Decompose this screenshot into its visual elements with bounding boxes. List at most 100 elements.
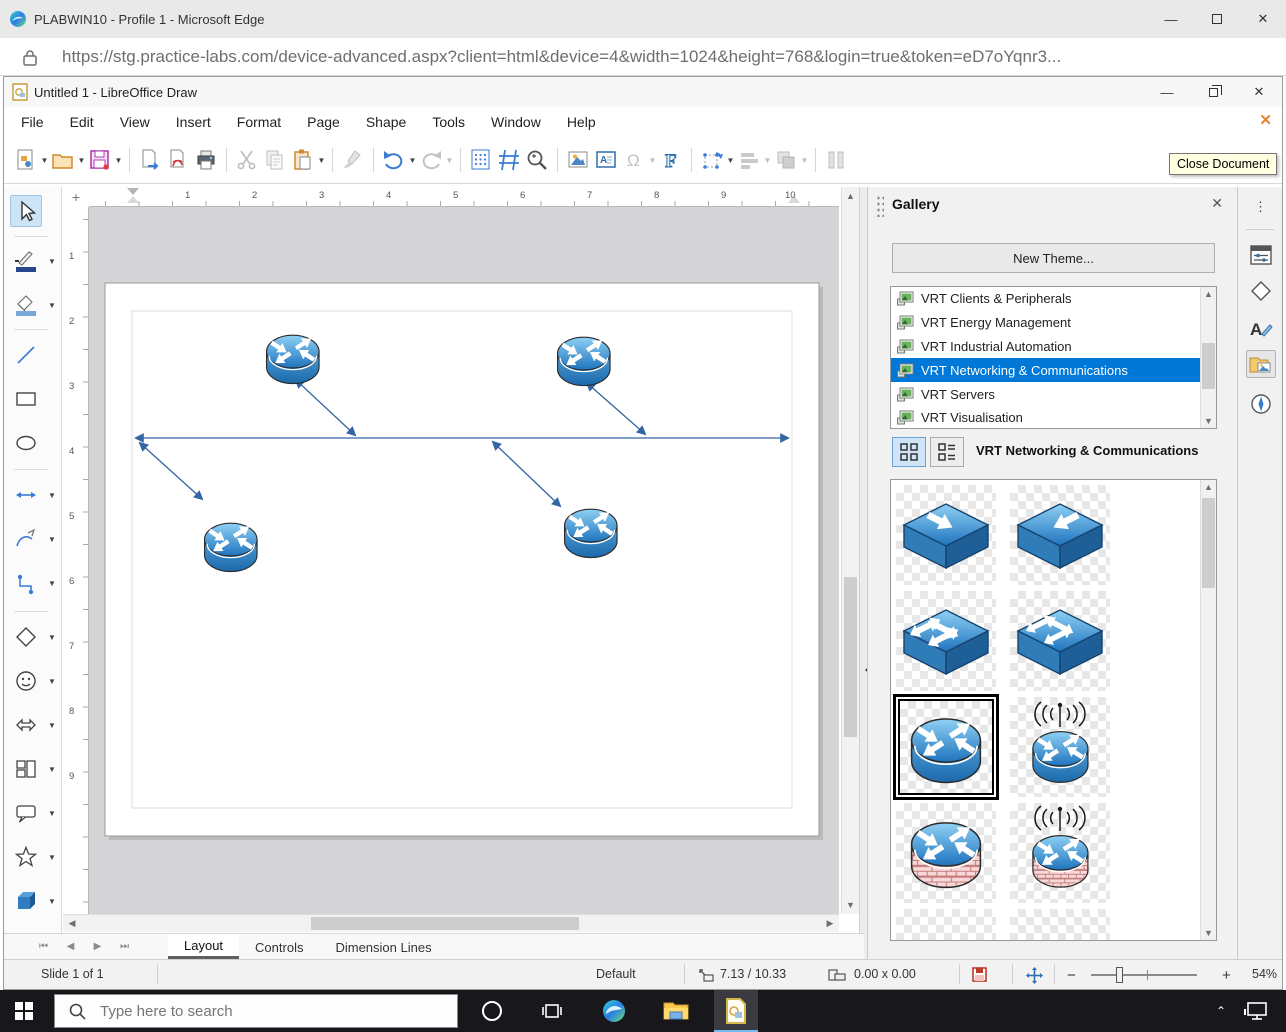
layer-tab-dimension-lines[interactable]: Dimension Lines <box>319 934 447 959</box>
edge-close-button[interactable]: ✕ <box>1240 0 1286 38</box>
taskbar-search-box[interactable] <box>54 994 458 1028</box>
gallery-item-switch-multilink[interactable] <box>896 591 996 691</box>
lines-and-arrows-button[interactable] <box>10 479 42 511</box>
block-arrows-caret[interactable]: ▼ <box>48 721 56 730</box>
edge-minimize-button[interactable]: — <box>1148 0 1194 38</box>
zoom-out-button[interactable]: − <box>1067 967 1076 984</box>
theme-item[interactable]: VRT Energy Management <box>891 311 1201 335</box>
theme-list-scrollbar[interactable]: ▲ ▼ <box>1200 287 1216 428</box>
sidebar-tab-styles[interactable]: A <box>1246 315 1276 343</box>
gallery-scrollbar[interactable]: ▲ ▼ <box>1200 480 1216 940</box>
theme-item[interactable]: VRT Visualisation <box>891 406 1201 430</box>
snap-guides-icon[interactable] <box>496 147 522 173</box>
menu-format[interactable]: Format <box>224 110 294 134</box>
close-document-button[interactable]: ✕ <box>1259 111 1272 129</box>
horizontal-scrollbar[interactable]: ◀ ▶ <box>63 914 839 932</box>
print-icon[interactable] <box>193 147 219 173</box>
scroll-down-arrow[interactable]: ▼ <box>1201 927 1216 939</box>
insert-line-button[interactable] <box>10 339 42 371</box>
menu-file[interactable]: File <box>8 110 57 134</box>
router-shape[interactable] <box>565 508 617 558</box>
fontwork-icon[interactable]: F <box>658 147 684 173</box>
theme-item-selected[interactable]: VRT Networking & Communications <box>891 358 1201 382</box>
lo-restore-button[interactable] <box>1190 77 1236 107</box>
gallery-item-switch-uplink[interactable] <box>1010 485 1110 585</box>
symbol-shapes-caret[interactable]: ▼ <box>48 677 56 686</box>
theme-item[interactable]: VRT Industrial Automation <box>891 335 1201 359</box>
icon-view-button[interactable] <box>892 437 926 467</box>
stars-caret[interactable]: ▼ <box>48 853 56 862</box>
scroll-right-arrow[interactable]: ▶ <box>823 915 837 932</box>
rectangle-button[interactable] <box>10 383 42 415</box>
fit-slide-icon[interactable] <box>1026 967 1043 984</box>
gallery-close-icon[interactable]: ✕ <box>1211 195 1223 212</box>
stars-banners-button[interactable] <box>10 841 42 873</box>
gallery-scroll-thumb[interactable] <box>1202 498 1215 588</box>
ellipse-button[interactable] <box>10 427 42 459</box>
flowchart-caret[interactable]: ▼ <box>48 765 56 774</box>
gallery-item-router-selected[interactable] <box>893 694 999 800</box>
zoom-icon[interactable] <box>524 147 550 173</box>
scroll-up-arrow[interactable]: ▲ <box>1201 288 1216 300</box>
sidebar-tab-navigator[interactable] <box>1246 390 1276 418</box>
save-dropdown-caret[interactable]: ▼ <box>114 156 123 165</box>
export-icon[interactable] <box>137 147 163 173</box>
zoom-slider-thumb[interactable] <box>1116 967 1123 983</box>
export-pdf-icon[interactable] <box>165 147 191 173</box>
detailed-view-button[interactable] <box>930 437 964 467</box>
3d-objects-button[interactable] <box>10 885 42 917</box>
fill-color-caret[interactable]: ▼ <box>48 301 56 310</box>
sidebar-tab-gallery[interactable] <box>1246 350 1276 378</box>
flowchart-button[interactable] <box>10 753 42 785</box>
drawing-canvas[interactable] <box>89 207 839 914</box>
hscroll-thumb[interactable] <box>311 917 579 930</box>
zoom-slider-track[interactable] <box>1091 974 1197 976</box>
rotate-icon[interactable] <box>699 147 725 173</box>
tray-chevron-icon[interactable]: ⌃ <box>1216 1004 1226 1018</box>
scroll-left-arrow[interactable]: ◀ <box>65 915 79 932</box>
sidebar-tab-shapes[interactable] <box>1246 277 1276 305</box>
theme-item[interactable]: VRT Servers <box>891 382 1201 406</box>
3d-objects-caret[interactable]: ▼ <box>48 897 56 906</box>
undo-icon[interactable] <box>381 147 407 173</box>
menu-insert[interactable]: Insert <box>163 110 224 134</box>
task-view-button[interactable] <box>530 990 574 1032</box>
line-color-caret[interactable]: ▼ <box>48 257 56 266</box>
menu-tools[interactable]: Tools <box>419 110 478 134</box>
layer-tab-controls[interactable]: Controls <box>239 934 319 959</box>
next-page-button[interactable]: ▶ <box>84 941 111 952</box>
gallery-item-wireless-router-firewall[interactable] <box>1010 803 1110 903</box>
sidebar-settings-button[interactable]: ⋮ <box>1246 193 1276 221</box>
unsaved-changes-icon[interactable] <box>972 967 988 983</box>
undo-dropdown-caret[interactable]: ▼ <box>408 156 417 165</box>
new-document-icon[interactable] <box>13 147 39 173</box>
basic-shapes-caret[interactable]: ▼ <box>48 633 56 642</box>
lines-arrows-caret[interactable]: ▼ <box>48 491 56 500</box>
basic-shapes-button[interactable] <box>10 621 42 653</box>
line-color-button[interactable] <box>10 245 42 277</box>
fill-color-button[interactable] <box>10 289 42 321</box>
lo-close-button[interactable]: ✕ <box>1236 77 1282 107</box>
scroll-down-arrow[interactable]: ▼ <box>1201 415 1216 427</box>
taskbar-file-explorer-button[interactable] <box>654 990 698 1032</box>
paste-icon[interactable] <box>290 147 316 173</box>
taskbar-libreoffice-draw-button[interactable] <box>714 990 758 1032</box>
edge-url-bar[interactable]: https://stg.practice-labs.com/device-adv… <box>0 38 1286 76</box>
gallery-item-wireless-partial[interactable] <box>1010 909 1110 941</box>
url-text[interactable]: https://stg.practice-labs.com/device-adv… <box>62 47 1061 67</box>
search-input[interactable] <box>98 1002 398 1021</box>
paste-dropdown-caret[interactable]: ▼ <box>317 156 326 165</box>
lo-minimize-button[interactable]: — <box>1144 77 1190 107</box>
last-page-button[interactable]: ⏭ <box>111 941 138 952</box>
block-arrows-button[interactable] <box>10 709 42 741</box>
menu-window[interactable]: Window <box>478 110 554 134</box>
panel-grip-icon[interactable] <box>876 195 884 217</box>
theme-scroll-thumb[interactable] <box>1202 343 1215 389</box>
display-grid-icon[interactable] <box>468 147 494 173</box>
left-margin-marker[interactable] <box>127 196 139 203</box>
menu-view[interactable]: View <box>107 110 163 134</box>
menu-help[interactable]: Help <box>554 110 609 134</box>
page-style[interactable]: Default <box>596 967 636 981</box>
gallery-item-wireless-router[interactable] <box>1010 697 1110 797</box>
connectors-button[interactable] <box>10 567 42 599</box>
